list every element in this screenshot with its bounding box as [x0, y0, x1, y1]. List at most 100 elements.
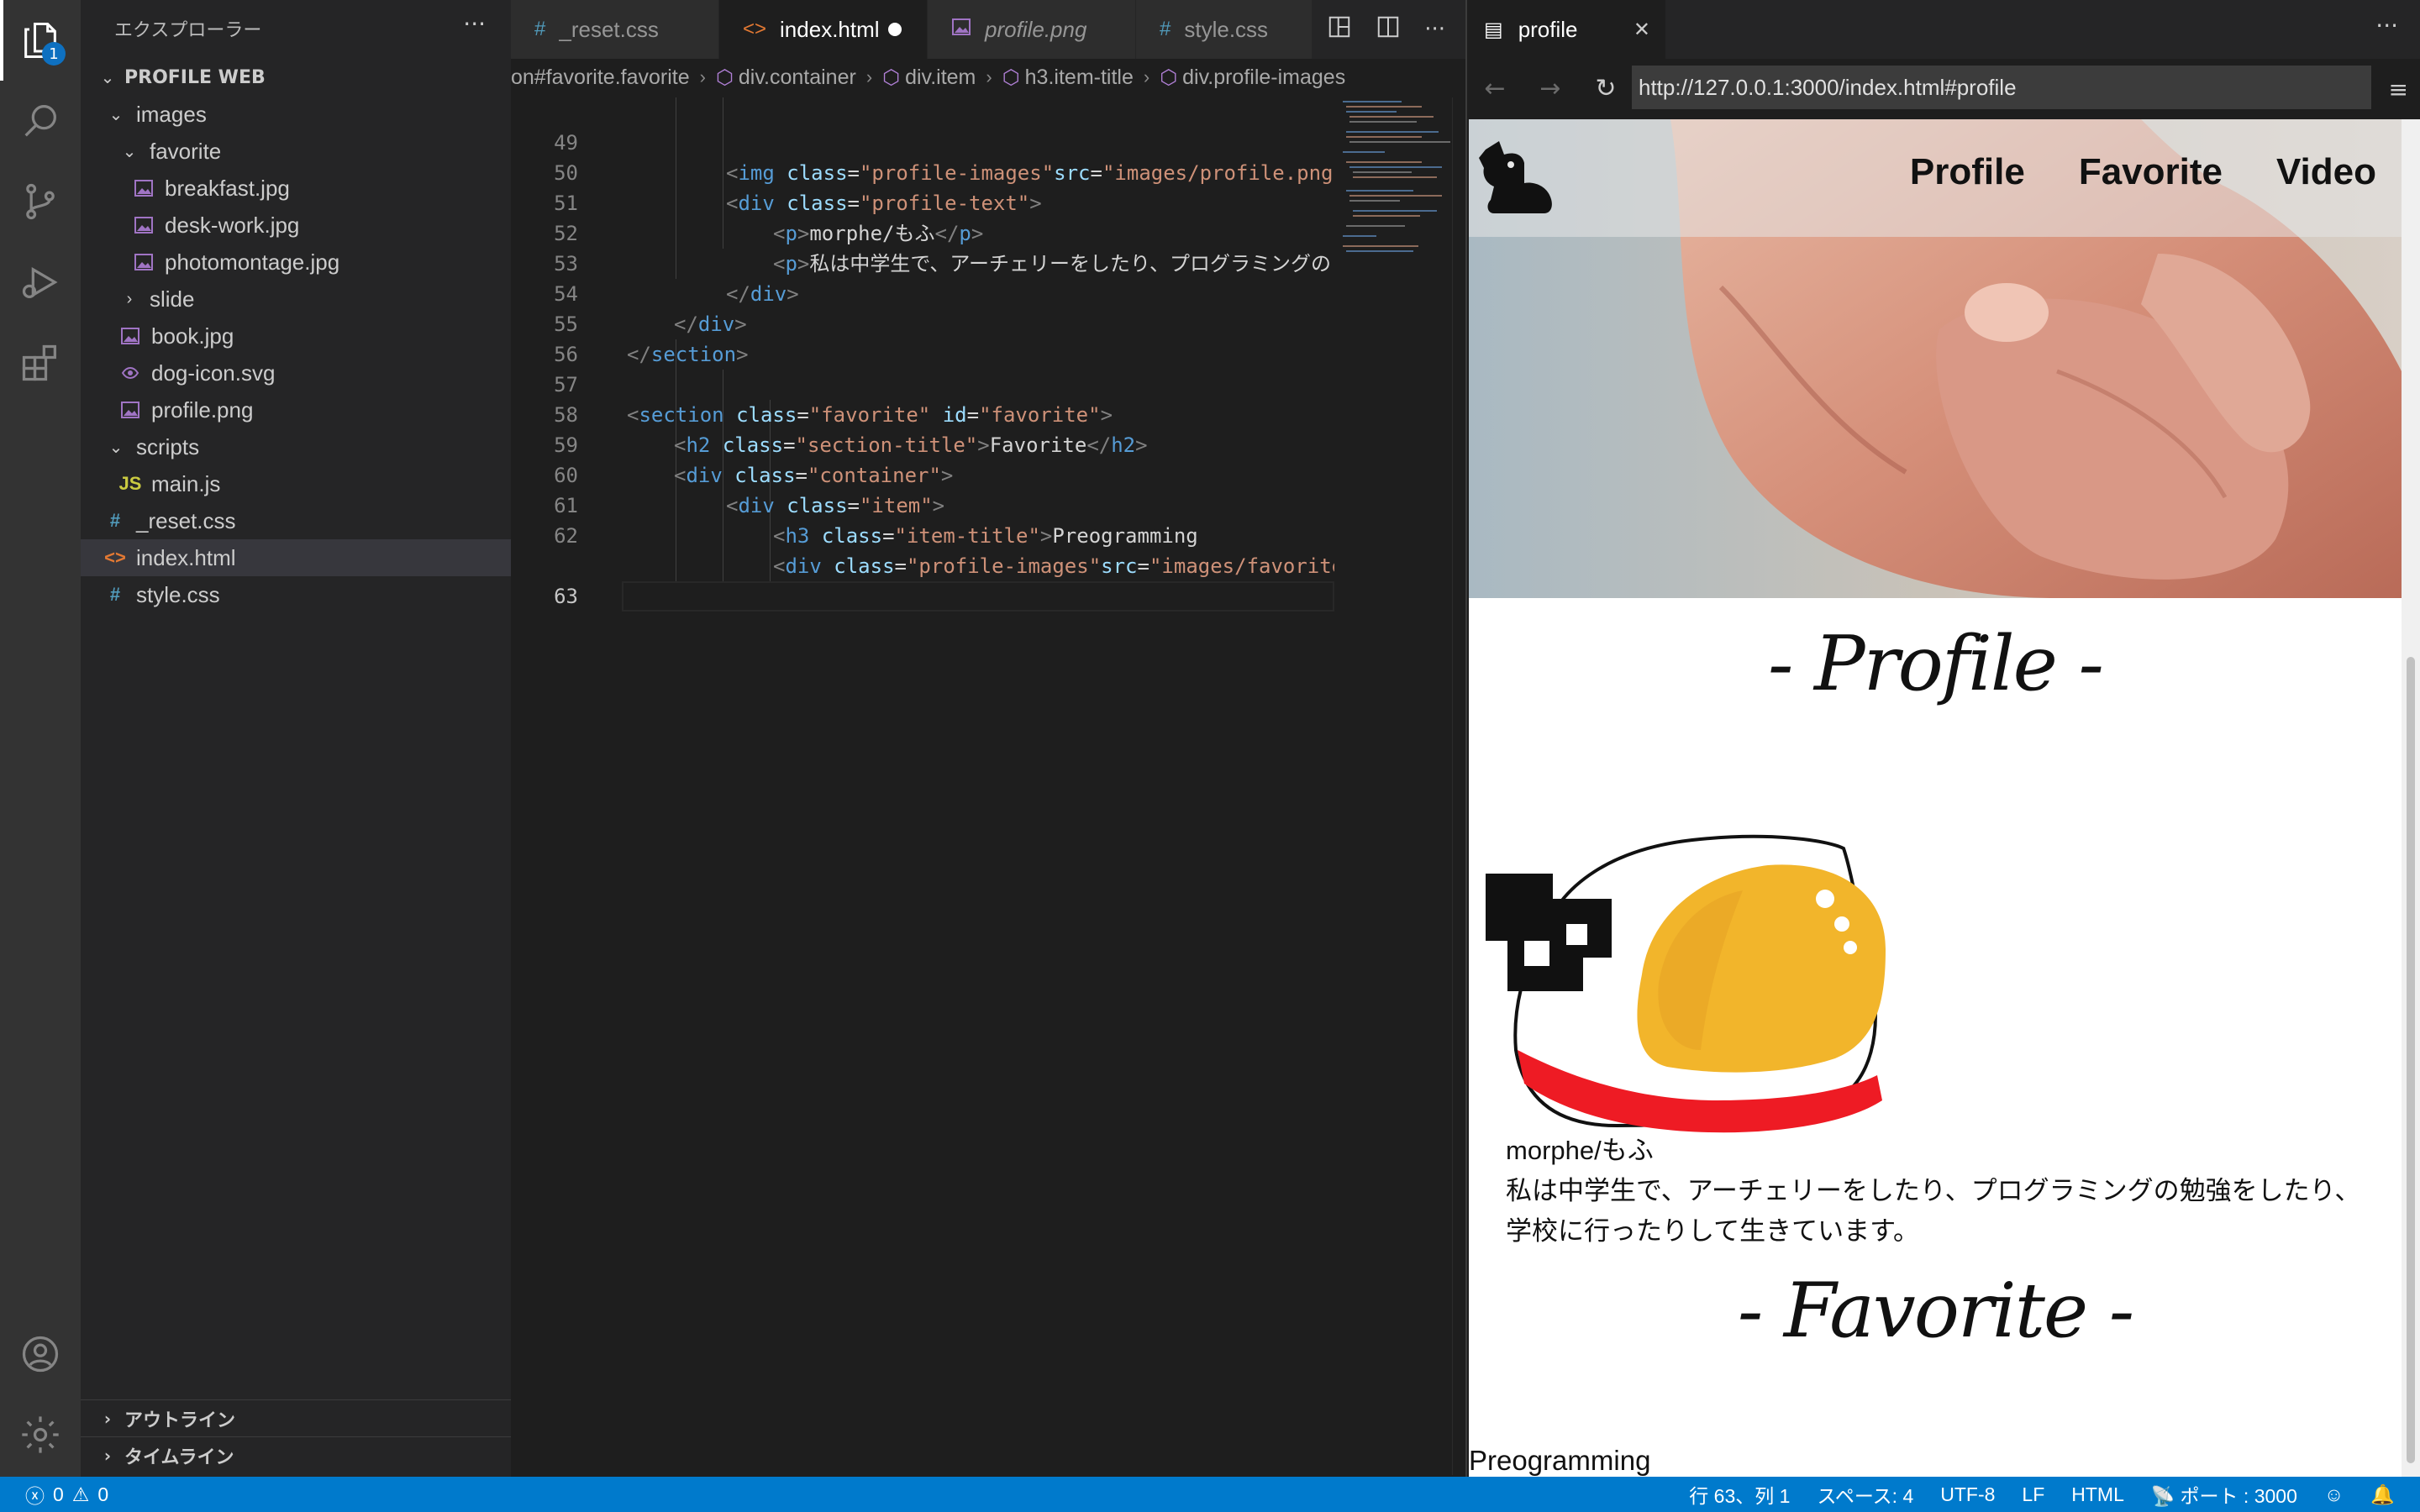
timeline-section-header[interactable]: › タイムライン: [81, 1436, 511, 1473]
preview-scrollbar[interactable]: [2402, 119, 2420, 1477]
nav-link-video[interactable]: Video: [2276, 151, 2376, 193]
tree-file-reset-css[interactable]: # _reset.css: [81, 502, 511, 539]
breadcrumb-label: div.container: [738, 65, 856, 89]
feedback-icon[interactable]: ☺: [2324, 1483, 2344, 1506]
split-editor-icon[interactable]: [1376, 14, 1401, 45]
cursor-position[interactable]: 行 63、列 1: [1689, 1480, 1790, 1509]
chevron-down-icon: ⌄: [100, 67, 115, 87]
site-nav: Profile Favorite Video: [1910, 151, 2376, 193]
tree-file-main-js[interactable]: JS main.js: [81, 465, 511, 502]
nav-link-profile[interactable]: Profile: [1910, 151, 2025, 193]
source-control-icon[interactable]: [0, 161, 81, 242]
tree-item-label: dog-icon.svg: [151, 360, 276, 386]
indentation[interactable]: スペース: 4: [1817, 1480, 1913, 1509]
more-actions-icon[interactable]: ···: [2375, 12, 2398, 39]
svg-file-icon: [119, 362, 141, 384]
open-preview-icon[interactable]: [1327, 14, 1352, 45]
back-arrow-icon[interactable]: ←: [1467, 74, 1523, 103]
breadcrumb-item[interactable]: ⬡ div.item: [882, 66, 976, 90]
status-problems[interactable]: ⓧ 0 ⚠ 0: [25, 1480, 108, 1509]
chevron-right-icon: ›: [865, 66, 873, 87]
code-line: 54 </div>: [511, 249, 1334, 336]
tab-profile-png[interactable]: profile.png: [928, 0, 1136, 59]
tree-item-label: _reset.css: [136, 507, 236, 533]
tab-label: index.html: [780, 16, 880, 42]
breadcrumb-item[interactable]: ⬡ div.container: [716, 66, 856, 90]
minimap[interactable]: [1334, 97, 1452, 333]
encoding[interactable]: UTF-8: [1940, 1483, 1995, 1506]
tab-style-css[interactable]: # style.css: [1136, 0, 1313, 59]
editor-tabs: # _reset.css <> index.html profile.png #…: [511, 0, 1465, 59]
breadcrumb-item[interactable]: ⬡ h3.item-title: [1002, 66, 1134, 90]
code-line: 59 <div class="container">: [511, 400, 1334, 487]
breadcrumb-item[interactable]: on#favorite.favorite: [511, 66, 690, 90]
search-icon[interactable]: [0, 81, 81, 161]
code-line: 61 <h3 class="item-title">Preogramming: [511, 460, 1334, 548]
code-line: 56: [511, 309, 1334, 366]
tree-file-style-css[interactable]: # style.css: [81, 576, 511, 613]
tree-item-label: desk-work.jpg: [165, 212, 300, 238]
chevron-down-icon: ⌄: [108, 105, 124, 124]
tree-item-label: favorite: [150, 138, 222, 164]
url-bar[interactable]: http://127.0.0.1:3000/index.html#profile: [1632, 66, 2371, 109]
status-bar: ⓧ 0 ⚠ 0 行 63、列 1 スペース: 4 UTF-8 LF HTML 📡…: [0, 1477, 2420, 1512]
tree-file-photomontage[interactable]: photomontage.jpg: [81, 244, 511, 281]
breadcrumb-item[interactable]: ⬡ div.profile-images: [1160, 66, 1345, 90]
tree-file-breakfast[interactable]: breakfast.jpg: [81, 170, 511, 207]
tree-item-label: photomontage.jpg: [165, 249, 340, 275]
more-actions-icon[interactable]: ···: [1424, 17, 1445, 42]
end-of-line[interactable]: LF: [2022, 1483, 2044, 1506]
project-section-header[interactable]: ⌄ PROFILE WEB: [81, 62, 511, 92]
chevron-down-icon: ⌄: [108, 438, 124, 457]
account-icon[interactable]: [0, 1314, 81, 1394]
code-editor[interactable]: 49 <img class="profile-images"src="image…: [511, 97, 1334, 1475]
run-debug-icon[interactable]: [0, 242, 81, 323]
notifications-bell-icon[interactable]: 🔔: [2370, 1483, 2395, 1506]
tree-file-dog-icon[interactable]: dog-icon.svg: [81, 354, 511, 391]
tree-folder-scripts[interactable]: ⌄ scripts: [81, 428, 511, 465]
menu-icon[interactable]: ≡: [2389, 76, 2408, 103]
outline-section-header[interactable]: › アウトライン: [81, 1399, 511, 1436]
chevron-right-icon: ›: [103, 1408, 112, 1429]
tree-folder-favorite[interactable]: ⌄ favorite: [81, 133, 511, 170]
extensions-icon[interactable]: [0, 323, 81, 403]
unsaved-dot-icon[interactable]: [888, 23, 902, 36]
warning-count: 0: [97, 1483, 109, 1505]
tree-file-desk-work[interactable]: desk-work.jpg: [81, 207, 511, 244]
live-server-port[interactable]: 📡 ポート : 3000: [2151, 1480, 2297, 1509]
language-mode[interactable]: HTML: [2071, 1483, 2124, 1506]
tree-file-profile[interactable]: profile.png: [81, 391, 511, 428]
activity-bar: 1: [0, 0, 81, 1477]
scrollbar-thumb[interactable]: [2407, 657, 2415, 1463]
settings-gear-icon[interactable]: [0, 1394, 81, 1475]
css-file-icon: #: [109, 510, 121, 531]
tab-index-html[interactable]: <> index.html: [719, 0, 928, 59]
tree-folder-slide[interactable]: › slide: [81, 281, 511, 318]
profile-name: morphe/もふ: [1506, 1136, 1654, 1165]
profile-section-title: - Profile -: [1768, 620, 2104, 708]
tab-profile-preview[interactable]: ▤ profile ✕: [1467, 0, 1665, 59]
chevron-right-icon: ›: [103, 1445, 112, 1466]
sidebar-more-button[interactable]: ···: [463, 10, 486, 38]
tree-file-book[interactable]: book.jpg: [81, 318, 511, 354]
cube-icon: ⬡: [1160, 66, 1178, 89]
breadcrumb-label: on#favorite.favorite: [511, 65, 690, 89]
tree-file-index-html[interactable]: <> index.html: [81, 539, 511, 576]
tab-reset-css[interactable]: # _reset.css: [511, 0, 719, 59]
forward-arrow-icon[interactable]: →: [1523, 74, 1578, 103]
editor-group: # _reset.css <> index.html profile.png #…: [511, 0, 1465, 1477]
close-icon[interactable]: ✕: [1634, 18, 1650, 42]
error-icon: ⓧ: [25, 1485, 45, 1507]
breadcrumb-label: div.item: [905, 65, 976, 89]
code-line: 50 <div class="profile-text">: [511, 128, 1334, 215]
reload-icon[interactable]: ↻: [1578, 74, 1634, 103]
dog-logo-icon[interactable]: [1474, 133, 1566, 217]
browser-preview-panel: ▤ profile ✕ ··· ← → ↻ http://127.0.0.1:3…: [1465, 0, 2420, 1477]
error-count: 0: [53, 1483, 64, 1505]
code-line-current: 63: [511, 521, 1334, 612]
nav-link-favorite[interactable]: Favorite: [2079, 151, 2223, 193]
explorer-icon[interactable]: 1: [0, 0, 81, 81]
explorer-badge: 1: [42, 42, 66, 66]
tree-folder-images[interactable]: ⌄ images: [81, 96, 511, 133]
editor-scrollbar[interactable]: [1452, 97, 1465, 1475]
